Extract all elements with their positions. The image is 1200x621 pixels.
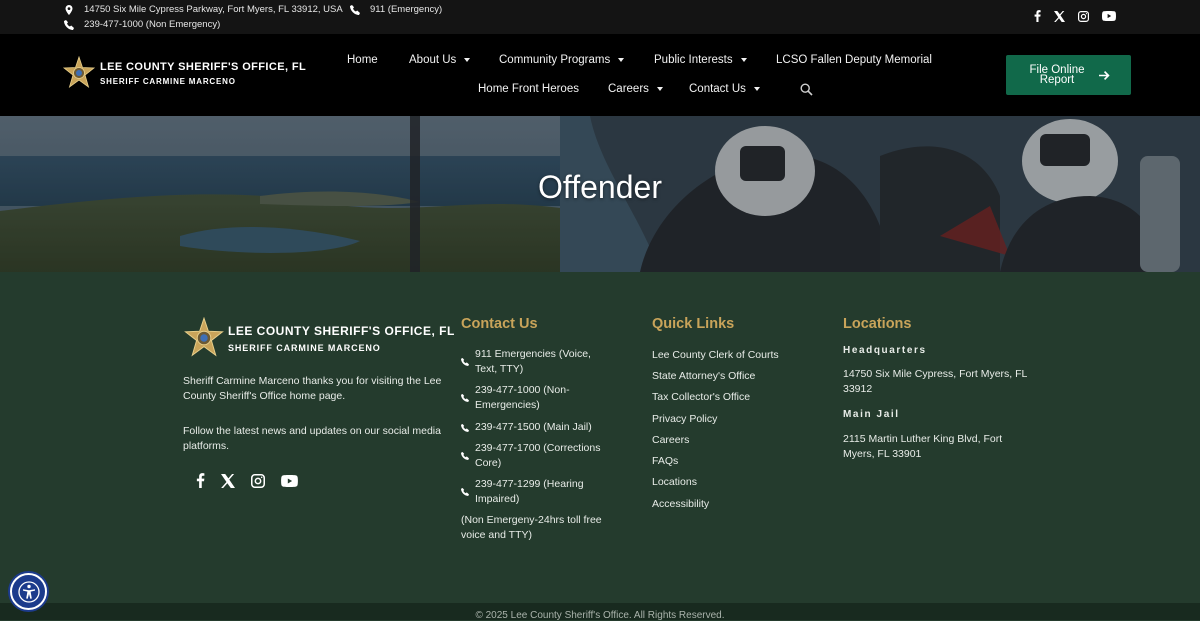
quick-link[interactable]: State Attorney's Office [652,370,755,382]
emergency-text[interactable]: 911 (Emergency) [370,4,442,15]
quick-link[interactable]: Locations [652,476,697,488]
page-title: Offender [538,169,662,205]
footer-follow-text: Follow the latest news and updates on ou… [183,425,441,452]
nav-about-us[interactable]: About Us [409,54,471,66]
footer-logo[interactable]: LEE COUNTY SHERIFF'S OFFICE, FL SHERIFF … [183,317,455,359]
locations-heading: Locations [843,316,912,332]
jail-address: 2115 Martin Luther King Blvd, Fort Myers… [843,433,1003,460]
nav-fallen-deputy-memorial[interactable]: LCSO Fallen Deputy Memorial [776,54,932,66]
x-icon[interactable] [1054,10,1065,22]
sheriff-star-icon [184,317,224,357]
contact-item-label: 239-477-1700 (Corrections Core) [475,442,601,469]
nav-contact-label: Contact Us [689,83,746,95]
sheriff-star-icon [62,56,96,89]
file-online-report-button[interactable]: File Online Report [1006,55,1131,95]
footer-intro-text: Sheriff Carmine Marceno thanks you for v… [183,375,442,402]
nav-heroes-label: Home Front Heroes [478,83,579,95]
cta-label: File Online Report [1029,64,1085,86]
nav-public-interests[interactable]: Public Interests [654,54,747,66]
arrow-right-icon [1099,70,1110,80]
phone-icon [461,394,469,402]
non-emergency-text[interactable]: 239-477-1000 (Non Emergency) [84,19,220,30]
contact-item-label: 239-477-1000 (Non-Emergencies) [475,384,570,411]
quick-links-heading: Quick Links [652,316,735,332]
contact-item-label: 239-477-1299 (Hearing Impaired) [475,478,584,505]
facebook-icon[interactable] [196,473,205,488]
x-icon[interactable] [221,473,235,488]
quick-link[interactable]: Tax Collector's Office [652,391,750,403]
accessibility-icon [17,580,40,603]
phone-icon [461,423,469,432]
caret-down-icon [656,87,663,91]
caret-down-icon [753,87,760,91]
emergency-line[interactable]: 911 (Emergency) [350,4,442,15]
contact-item[interactable]: 911 Emergencies (Voice, Text, TTY) [461,347,611,377]
address-line: 14750 Six Mile Cypress Parkway, Fort Mye… [64,4,343,15]
nav-about-label: About Us [409,54,457,66]
nav-careers[interactable]: Careers [608,83,663,95]
logo-title: LEE COUNTY SHERIFF'S OFFICE, FL [100,60,307,73]
nav-community-programs[interactable]: Community Programs [499,54,625,66]
topbar-social-links [1034,10,1116,22]
accessibility-button[interactable] [10,573,47,610]
quick-link[interactable]: Accessibility [652,498,709,510]
top-info-bar: 14750 Six Mile Cypress Parkway, Fort Mye… [0,0,1200,34]
footer-social-links [196,473,298,488]
quick-link[interactable]: FAQs [652,455,678,467]
logo-subtitle: SHERIFF CARMINE MARCENO [100,76,236,86]
phone-icon [461,452,469,460]
contact-note: (Non Emergeny-24hrs toll free voice and … [461,514,602,541]
phone-icon [350,4,360,15]
page-hero-banner: Offender [0,116,1200,272]
caret-down-icon [464,58,471,62]
phone-icon [461,488,469,496]
hq-label: Headquarters [843,345,927,356]
instagram-icon[interactable] [1078,10,1089,22]
nav-memorial-label: LCSO Fallen Deputy Memorial [776,54,932,66]
youtube-icon[interactable] [1102,11,1116,21]
youtube-icon[interactable] [281,474,298,487]
caret-down-icon [740,58,747,62]
map-pin-icon [65,4,73,15]
nav-home-front-heroes[interactable]: Home Front Heroes [478,83,579,95]
nav-home[interactable]: Home [347,54,378,66]
contact-item-label: 911 Emergencies (Voice, Text, TTY) [475,348,591,375]
nav-public-label: Public Interests [654,54,733,66]
facebook-icon[interactable] [1034,10,1041,22]
jail-label: Main Jail [843,409,900,420]
footer-logo-title: LEE COUNTY SHERIFF'S OFFICE, FL [228,323,455,338]
phone-icon [64,19,74,30]
non-emergency-line[interactable]: 239-477-1000 (Non Emergency) [64,19,220,30]
copyright-bar: © 2025 Lee County Sheriff's Office. All … [0,603,1200,621]
quick-link[interactable]: Lee County Clerk of Courts [652,349,779,361]
hq-address: 14750 Six Mile Cypress, Fort Myers, FL 3… [843,368,1027,395]
contact-item[interactable]: 239-477-1000 (Non-Emergencies) [461,383,611,413]
copyright-text: © 2025 Lee County Sheriff's Office. All … [475,610,725,621]
quick-link[interactable]: Privacy Policy [652,413,717,425]
site-header: LEE COUNTY SHERIFF'S OFFICE, FL SHERIFF … [0,34,1200,116]
site-logo[interactable]: LEE COUNTY SHERIFF'S OFFICE, FL SHERIFF … [62,56,306,90]
search-icon[interactable] [800,83,813,96]
phone-icon [461,358,469,366]
quick-link[interactable]: Careers [652,434,689,446]
contact-item[interactable]: 239-477-1700 (Corrections Core) [461,441,611,471]
instagram-icon[interactable] [251,473,265,488]
contact-item-label: 239-477-1500 (Main Jail) [475,421,592,433]
footer-logo-subtitle: SHERIFF CARMINE MARCENO [228,342,381,353]
address-text: 14750 Six Mile Cypress Parkway, Fort Mye… [84,4,343,15]
contact-item[interactable]: 239-477-1299 (Hearing Impaired) [461,477,611,507]
caret-down-icon [618,58,625,62]
nav-careers-label: Careers [608,83,649,95]
site-footer: LEE COUNTY SHERIFF'S OFFICE, FL SHERIFF … [0,272,1200,603]
nav-home-label: Home [347,54,378,66]
contact-item[interactable]: 239-477-1500 (Main Jail) [461,420,611,435]
nav-community-label: Community Programs [499,54,611,66]
contact-heading: Contact Us [461,316,538,332]
nav-contact-us[interactable]: Contact Us [689,83,760,95]
